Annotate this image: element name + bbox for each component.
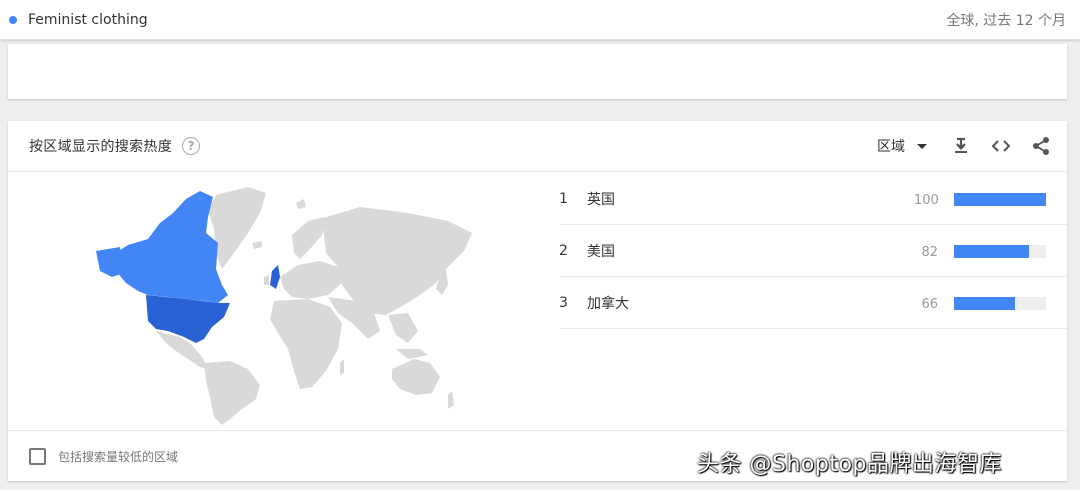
map-region-europe	[280, 261, 342, 299]
ranking-value: 82	[921, 245, 938, 260]
download-icon[interactable]	[951, 136, 971, 156]
ranking-bar	[954, 193, 1046, 206]
map-region-scandinavia	[292, 217, 324, 259]
card-header: 按区域显示的搜索热度 ? 区域	[8, 121, 1067, 172]
ranking-region-name: 美国	[587, 243, 615, 260]
search-term-label: Feminist clothing	[28, 11, 148, 28]
ranking-region-name: 英国	[587, 191, 615, 208]
card-title: 按区域显示的搜索热度	[29, 139, 172, 155]
map-region-se-asia	[388, 313, 418, 343]
map-region-indonesia	[396, 349, 428, 359]
map-region-alaska	[96, 247, 124, 277]
ranking-bar	[954, 297, 1046, 310]
world-map[interactable]	[8, 173, 548, 429]
resolution-select[interactable]: 区域	[877, 136, 927, 156]
map-region-new-zealand	[448, 391, 454, 409]
interest-over-time-card	[8, 44, 1067, 99]
ranking-bar-fill	[954, 245, 1030, 258]
help-circle-icon[interactable]: ?	[182, 137, 200, 155]
map-region-svalbard	[296, 199, 306, 209]
map-region-south-america	[204, 361, 260, 425]
region-ranking-list: 1 英国 100 2 美国 82 3 加拿大 66	[559, 173, 1067, 329]
ranking-number: 2	[559, 242, 568, 259]
share-icon[interactable]	[1031, 136, 1051, 156]
interest-by-region-card: 按区域显示的搜索热度 ? 区域 1 英国 100 2 美国 82 3 加拿大 6…	[8, 121, 1067, 481]
resolution-select-label: 区域	[877, 139, 905, 155]
map-region-asia	[320, 207, 472, 315]
ranking-row[interactable]: 3 加拿大 66	[559, 277, 1067, 329]
map-region-iceland	[252, 241, 262, 249]
map-region-australia	[392, 359, 440, 395]
map-region-ireland	[264, 275, 269, 285]
ranking-value: 100	[914, 193, 939, 208]
map-region-canada	[106, 191, 228, 303]
search-term-bar: Feminist clothing 全球, 过去 12 个月	[0, 0, 1080, 40]
ranking-region-name: 加拿大	[587, 295, 629, 312]
scope-label: 全球, 过去 12 个月	[946, 12, 1066, 29]
map-region-africa	[270, 299, 342, 389]
term-color-dot	[9, 15, 17, 24]
watermark: 头条 @Shoptop品牌出海智库	[697, 452, 1002, 477]
map-region-madagascar	[340, 359, 344, 375]
map-region-uk	[270, 265, 280, 289]
ranking-row[interactable]: 2 美国 82	[559, 225, 1067, 277]
embed-code-icon[interactable]	[991, 136, 1011, 156]
ranking-bar-fill	[954, 193, 1046, 206]
caret-down-icon	[917, 143, 927, 149]
ranking-bar	[954, 245, 1046, 258]
include-low-volume-checkbox[interactable]	[29, 447, 46, 465]
ranking-row[interactable]: 1 英国 100	[559, 173, 1067, 225]
ranking-number: 3	[559, 294, 568, 311]
ranking-value: 66	[921, 297, 938, 312]
include-low-volume-label: 包括搜索量较低的区域	[58, 449, 179, 464]
ranking-number: 1	[559, 190, 568, 207]
ranking-bar-fill	[954, 297, 1015, 310]
